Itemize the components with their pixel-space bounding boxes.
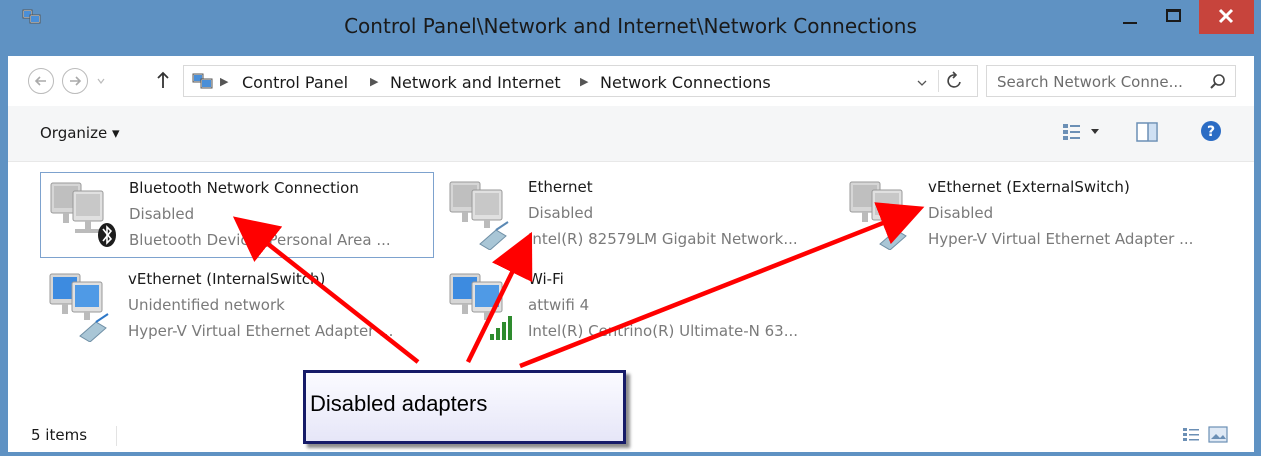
refresh-icon[interactable] [945, 70, 965, 92]
preview-pane-icon[interactable] [1136, 122, 1158, 142]
divider [116, 426, 117, 446]
breadcrumb-separator-icon[interactable]: ▶ [370, 75, 378, 88]
connection-device: Hyper-V Virtual Ethernet Adapter ... [128, 322, 394, 340]
command-bar: Organize ▾ ? [8, 106, 1254, 162]
connection-status: Disabled [528, 204, 594, 222]
ethernet-adapter-icon [849, 181, 909, 250]
breadcrumb-network-and-internet[interactable]: Network and Internet [390, 73, 561, 92]
list-item[interactable]: Wi-Fi attwifi 4 Intel(R) Centrino(R) Ult… [440, 264, 834, 350]
divider [938, 70, 939, 92]
back-button[interactable] [28, 68, 54, 94]
breadcrumb-control-panel[interactable]: Control Panel [242, 73, 348, 92]
explorer-window: Control Panel\Network and Internet\Netwo… [0, 0, 1261, 456]
connection-device: Intel(R) Centrino(R) Ultimate-N 63... [528, 322, 799, 340]
address-dropdown-icon[interactable] [916, 78, 928, 88]
minimize-button[interactable] [1108, 0, 1152, 34]
wifi-adapter-icon [449, 273, 512, 340]
items-view: Bluetooth Network Connection Disabled Bl… [8, 162, 1254, 420]
explorer-client: ▶ Control Panel ▶ Network and Internet ▶… [8, 56, 1254, 452]
close-icon [1218, 8, 1234, 24]
connection-device: Bluetooth Device (Personal Area ... [129, 231, 391, 249]
breadcrumb-network-connections[interactable]: Network Connections [600, 73, 771, 92]
list-item[interactable]: vEthernet (InternalSwitch) Unidentified … [40, 264, 434, 350]
address-box[interactable]: ▶ Control Panel ▶ Network and Internet ▶… [183, 65, 978, 97]
recent-locations-chevron-icon[interactable] [96, 76, 106, 86]
breadcrumb-separator-icon[interactable]: ▶ [580, 75, 588, 88]
connection-device: Hyper-V Virtual Ethernet Adapter ... [928, 230, 1194, 248]
control-panel-icon [192, 73, 213, 89]
status-bar: 5 items [8, 420, 1254, 452]
breadcrumb-separator-icon[interactable]: ▶ [220, 75, 228, 88]
list-item[interactable]: Ethernet Disabled Intel(R) 82579LM Gigab… [440, 172, 834, 258]
view-options-dropdown-icon[interactable] [1090, 128, 1100, 136]
help-icon[interactable]: ? [1200, 120, 1222, 142]
callout-text: Disabled adapters [310, 391, 488, 416]
connection-status: attwifi 4 [528, 296, 590, 314]
ethernet-adapter-icon [449, 181, 509, 250]
connection-device: Intel(R) 82579LM Gigabit Network... [528, 230, 798, 248]
forward-button[interactable] [62, 68, 88, 94]
window-title: Control Panel\Network and Internet\Netwo… [344, 14, 917, 38]
connection-name: Wi-Fi [528, 270, 564, 288]
title-bar[interactable]: Control Panel\Network and Internet\Netwo… [0, 0, 1261, 56]
ethernet-adapter-icon [49, 273, 109, 342]
forward-arrow-icon [70, 76, 82, 86]
svg-text:?: ? [1207, 124, 1215, 140]
item-count: 5 items [31, 426, 88, 444]
change-view-icon[interactable] [1062, 122, 1082, 142]
connection-name: Ethernet [528, 178, 593, 196]
connection-status: Disabled [129, 205, 195, 223]
connection-status: Disabled [928, 204, 994, 222]
bluetooth-adapter-icon [50, 182, 116, 247]
connection-name: vEthernet (ExternalSwitch) [928, 178, 1130, 196]
search-input[interactable]: Search Network Conne... [986, 65, 1236, 97]
search-placeholder: Search Network Conne... [997, 73, 1183, 91]
back-arrow-icon [34, 76, 46, 86]
details-view-icon[interactable] [1182, 426, 1200, 444]
connection-status: Unidentified network [128, 296, 285, 314]
close-button[interactable] [1199, 0, 1254, 34]
list-item[interactable]: Bluetooth Network Connection Disabled Bl… [40, 172, 434, 258]
large-icons-view-icon[interactable] [1208, 426, 1228, 444]
connection-name: Bluetooth Network Connection [129, 179, 359, 197]
list-item[interactable]: vEthernet (ExternalSwitch) Disabled Hype… [840, 172, 1240, 258]
up-arrow-icon[interactable] [156, 70, 170, 90]
address-bar-row: ▶ Control Panel ▶ Network and Internet ▶… [8, 56, 1254, 106]
organize-menu-button[interactable]: Organize ▾ [40, 124, 120, 142]
maximize-button[interactable] [1152, 0, 1196, 34]
minimize-icon [1123, 22, 1137, 24]
annotation-callout: Disabled adapters [303, 370, 626, 444]
maximize-icon [1166, 9, 1181, 22]
search-icon[interactable] [1209, 73, 1227, 91]
connection-name: vEthernet (InternalSwitch) [128, 270, 326, 288]
